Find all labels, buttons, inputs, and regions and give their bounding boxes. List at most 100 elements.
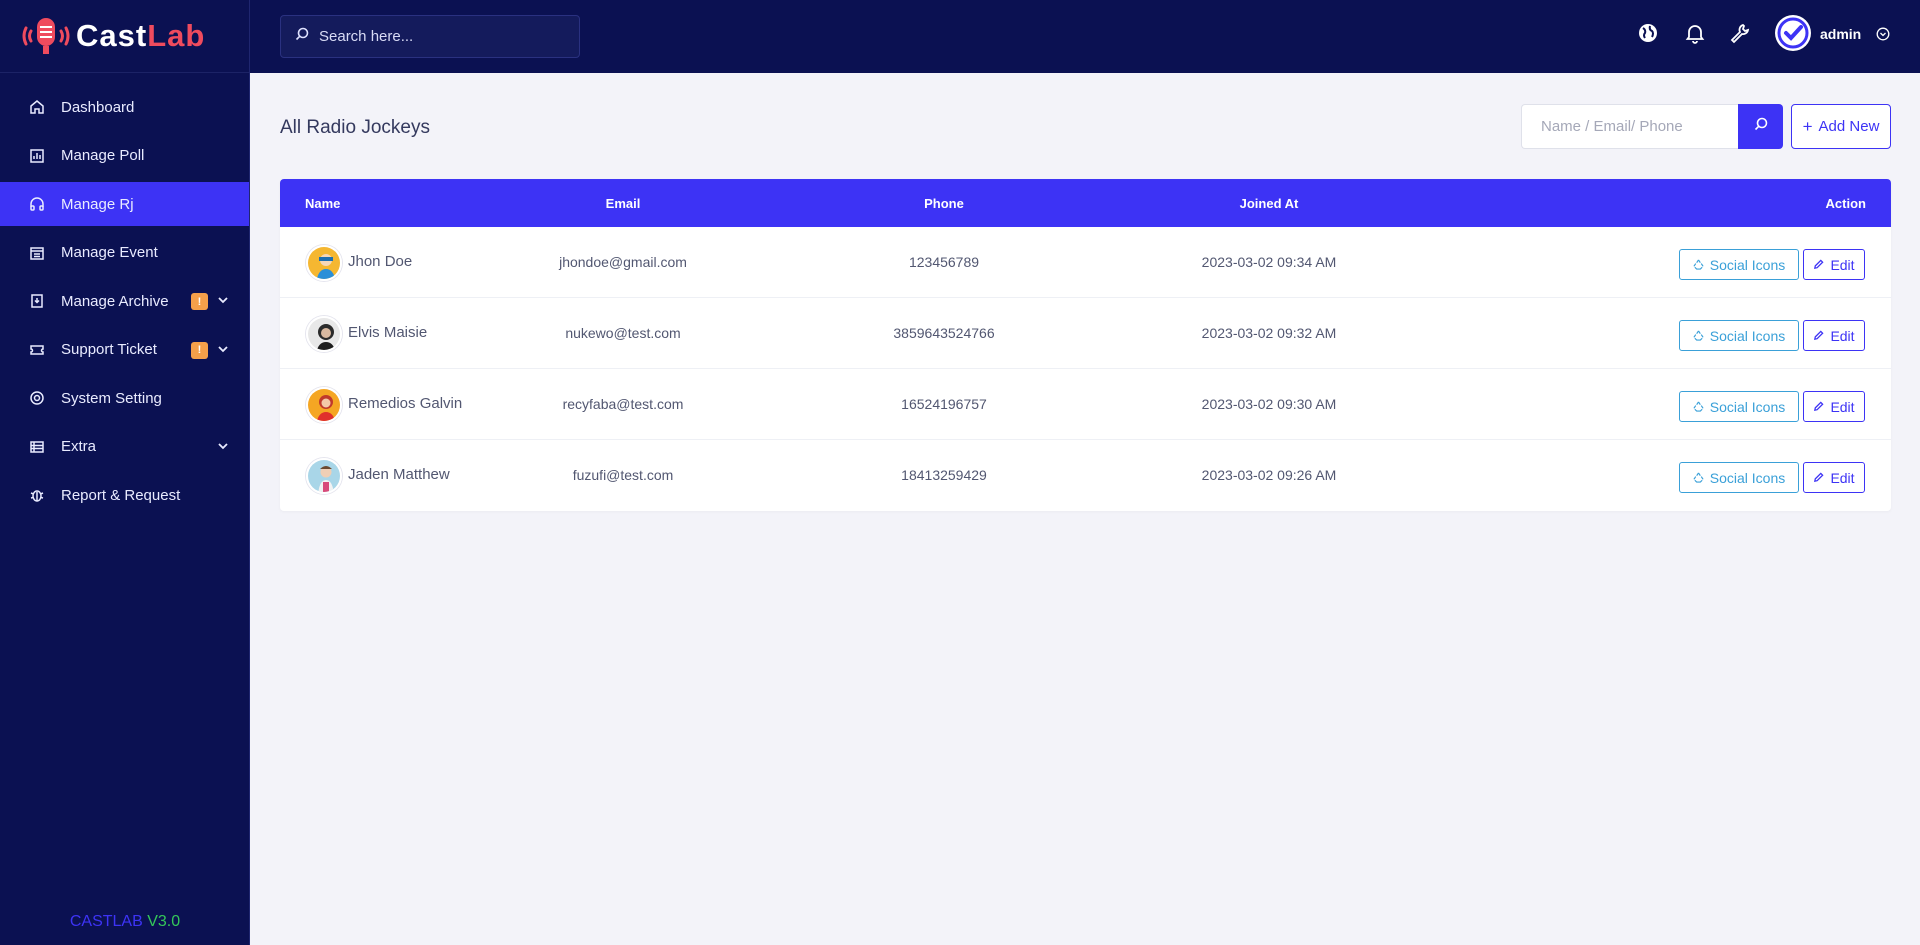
sidebar-item-label: Manage Rj (61, 195, 134, 213)
social-icons-button[interactable]: Social Icons (1679, 391, 1799, 422)
plus-icon: + (1802, 116, 1813, 136)
social-icons-button[interactable]: Social Icons (1679, 320, 1799, 351)
home-icon (29, 99, 45, 115)
rj-email: jhondoe@gmail.com (559, 254, 687, 270)
social-icons-label: Social Icons (1709, 398, 1786, 415)
microphone-logo-icon (20, 15, 72, 57)
sidebar-item-system-setting[interactable]: System Setting (0, 376, 249, 420)
sidebar-item-label: Manage Archive (61, 292, 169, 310)
chevron-down-icon (216, 293, 230, 307)
ticket-icon (29, 342, 45, 358)
calendar-icon (29, 245, 45, 261)
table-row: Jhon Doe jhondoe@gmail.com 123456789 202… (280, 227, 1891, 298)
sidebar-item-extra[interactable]: Extra (0, 425, 249, 469)
edit-button[interactable]: Edit (1803, 249, 1865, 280)
header-name: Name (305, 196, 341, 211)
archive-icon (29, 293, 45, 309)
edit-label: Edit (1830, 398, 1855, 415)
table-row: Remedios Galvin recyfaba@test.com 165241… (280, 369, 1891, 440)
sidebar-item-label: Extra (61, 438, 97, 455)
main-content: All Radio Jockeys + Add New Name Email P… (250, 73, 1920, 945)
sidebar-item-manage-poll[interactable]: Manage Poll (0, 134, 249, 178)
sidebar-item-report-request[interactable]: Report & Request (0, 473, 249, 517)
page-title: All Radio Jockeys (280, 117, 430, 138)
rj-table: Name Email Phone Joined At Action Jhon D… (280, 179, 1891, 511)
rj-email: nukewo@test.com (565, 325, 681, 341)
sidebar-item-support-ticket[interactable]: Support Ticket ! (0, 328, 249, 372)
rj-joined-at: 2023-03-02 09:34 AM (1201, 254, 1337, 270)
sidebar-item-label: Support Ticket (61, 341, 157, 358)
sidebar-item-label: Report & Request (61, 486, 181, 504)
rj-name: Remedios Galvin (348, 395, 463, 412)
list-icon (29, 439, 45, 455)
chevron-down-circle-icon[interactable] (1876, 27, 1890, 41)
bell-icon[interactable] (1684, 22, 1706, 44)
alert-badge: ! (191, 341, 208, 359)
headphones-icon (29, 196, 45, 212)
search-input[interactable] (319, 28, 559, 45)
sidebar-item-label: Manage Poll (61, 147, 145, 164)
social-icons-button[interactable]: Social Icons (1679, 462, 1799, 493)
filter-input[interactable] (1541, 118, 1731, 135)
add-new-label: Add New (1818, 118, 1880, 135)
rj-name: Jhon Doe (348, 253, 413, 270)
edit-button[interactable]: Edit (1803, 320, 1865, 351)
rj-joined-at: 2023-03-02 09:26 AM (1201, 467, 1337, 483)
edit-label: Edit (1830, 256, 1855, 273)
filter-field[interactable] (1521, 104, 1739, 149)
avatar (306, 316, 342, 352)
globe-icon[interactable] (1637, 22, 1659, 44)
avatar[interactable] (1775, 15, 1811, 51)
alert-badge: ! (191, 293, 208, 310)
rj-phone: 18413259429 (901, 467, 987, 483)
logo[interactable]: CastLab (0, 0, 249, 73)
avatar (306, 387, 342, 423)
rj-phone: 123456789 (908, 254, 980, 270)
rj-email: recyfaba@test.com (562, 396, 684, 412)
social-icons-label: Social Icons (1709, 256, 1786, 273)
social-icons-label: Social Icons (1709, 469, 1786, 486)
rj-name: Jaden Matthew (348, 466, 450, 483)
logo-text-lab: Lab (147, 18, 206, 53)
table-row: Elvis Maisie nukewo@test.com 38596435247… (280, 298, 1891, 369)
chevron-down-icon (216, 439, 230, 453)
edit-button[interactable]: Edit (1803, 391, 1865, 422)
rj-email: fuzufi@test.com (572, 467, 674, 483)
edit-label: Edit (1830, 327, 1855, 344)
logo-text-cast: Cast (76, 18, 148, 53)
rj-joined-at: 2023-03-02 09:30 AM (1201, 396, 1337, 412)
add-new-button[interactable]: + Add New (1791, 104, 1891, 149)
sidebar-item-label: Manage Event (61, 244, 158, 261)
sidebar-item-label: Dashboard (61, 98, 135, 116)
filter-search-button[interactable] (1738, 104, 1783, 149)
search-icon (1754, 117, 1768, 136)
sidebar: CastLab Dashboard Manage Poll Manage Rj … (0, 0, 250, 945)
sidebar-item-label: System Setting (61, 389, 162, 407)
table-header: Name Email Phone Joined At Action (280, 179, 1891, 227)
chevron-down-icon (216, 342, 230, 356)
rj-joined-at: 2023-03-02 09:32 AM (1201, 325, 1337, 341)
wrench-icon[interactable] (1729, 22, 1751, 44)
sidebar-item-manage-event[interactable]: Manage Event (0, 231, 249, 275)
version-label: CASTLAB V3.0 (0, 913, 250, 931)
header-email: Email (605, 196, 641, 211)
edit-button[interactable]: Edit (1803, 462, 1865, 493)
chart-icon (29, 148, 45, 164)
user-name[interactable]: admin (1820, 26, 1861, 42)
sidebar-item-dashboard[interactable]: Dashboard (0, 85, 249, 129)
logo-text: CastLab (76, 18, 205, 54)
social-icons-button[interactable]: Social Icons (1679, 249, 1799, 280)
version-name: CASTLAB (69, 913, 143, 930)
sidebar-item-manage-rj[interactable]: Manage Rj (0, 182, 249, 226)
settings-icon (29, 390, 45, 406)
header-phone: Phone (924, 196, 964, 211)
sidebar-item-manage-archive[interactable]: Manage Archive ! (0, 279, 249, 323)
header-joined: Joined At (1239, 196, 1299, 211)
avatar (306, 458, 342, 494)
avatar (306, 245, 342, 281)
header-action: Action (1825, 196, 1866, 211)
sidebar-nav: Dashboard Manage Poll Manage Rj Manage E… (0, 73, 249, 517)
topbar: admin (250, 0, 1920, 73)
top-search[interactable] (280, 15, 580, 58)
rj-phone: 3859643524766 (893, 325, 995, 341)
